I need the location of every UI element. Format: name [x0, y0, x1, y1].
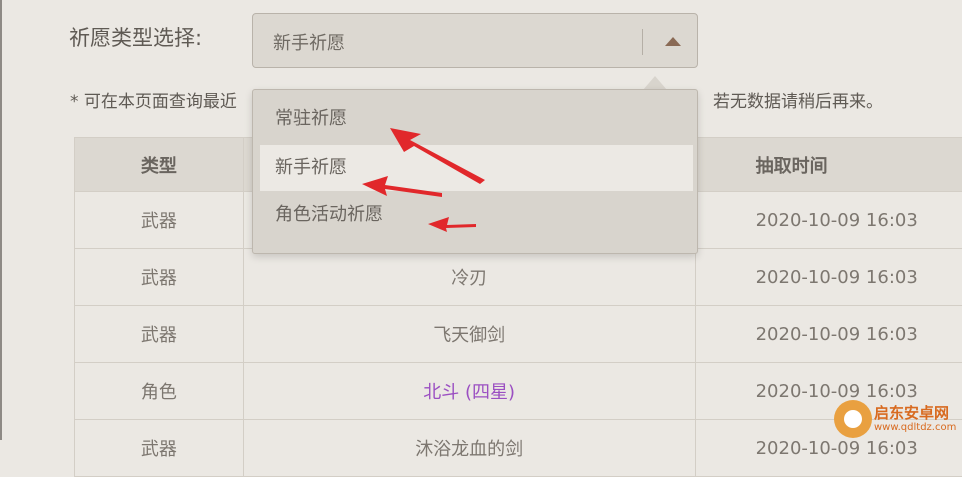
selected-value: 新手祈愿	[273, 29, 345, 55]
info-note: * 可在本页面查询最近 若无数据请稍后再来。	[70, 87, 237, 112]
cell-type: 角色	[75, 363, 244, 420]
table-row: 武器 冷刃 2020-10-09 16:03	[75, 249, 962, 306]
watermark-logo-icon	[834, 400, 872, 438]
header-type: 类型	[75, 138, 244, 192]
dropdown-notch	[643, 76, 667, 90]
dropdown-option-character-event[interactable]: 角色活动祈愿	[260, 192, 693, 238]
wish-type-select[interactable]: 新手祈愿	[252, 13, 698, 68]
watermark-title: 启东安卓网	[874, 402, 949, 423]
dropdown-option-partial[interactable]	[260, 240, 693, 254]
cell-name: 飞天御剑	[243, 306, 695, 363]
cell-type: 武器	[75, 420, 244, 477]
cell-name: 冷刃	[243, 249, 695, 306]
cell-name-four-star: 北斗 (四星)	[243, 363, 695, 420]
cell-time: 2020-10-09 16:03	[695, 192, 962, 249]
cell-time: 2020-10-09 16:03	[695, 306, 962, 363]
dropdown-option-standard[interactable]: 常驻祈愿	[260, 96, 693, 142]
cell-name: 沐浴龙血的剑	[243, 420, 695, 477]
select-divider	[642, 29, 643, 55]
cell-time: 2020-10-09 16:03	[695, 249, 962, 306]
dropdown-option-novice[interactable]: 新手祈愿	[260, 145, 693, 191]
cell-type: 武器	[75, 192, 244, 249]
wish-type-dropdown: 常驻祈愿 新手祈愿 角色活动祈愿	[252, 89, 698, 254]
chevron-up-icon[interactable]	[662, 33, 684, 49]
watermark-url: www.qdltdz.com	[874, 422, 956, 433]
header-time: 抽取时间	[695, 138, 962, 192]
site-watermark: 启东安卓网 www.qdltdz.com	[834, 398, 962, 440]
table-row: 武器 沐浴龙血的剑 2020-10-09 16:03	[75, 420, 962, 477]
page-edge	[0, 0, 2, 440]
table-row: 角色 北斗 (四星) 2020-10-09 16:03	[75, 363, 962, 420]
note-left-text: * 可在本页面查询最近	[70, 92, 237, 112]
cell-type: 武器	[75, 249, 244, 306]
cell-type: 武器	[75, 306, 244, 363]
filter-label: 祈愿类型选择:	[69, 22, 202, 52]
note-right-text: 若无数据请稍后再来。	[713, 87, 883, 112]
table-row: 武器 飞天御剑 2020-10-09 16:03	[75, 306, 962, 363]
